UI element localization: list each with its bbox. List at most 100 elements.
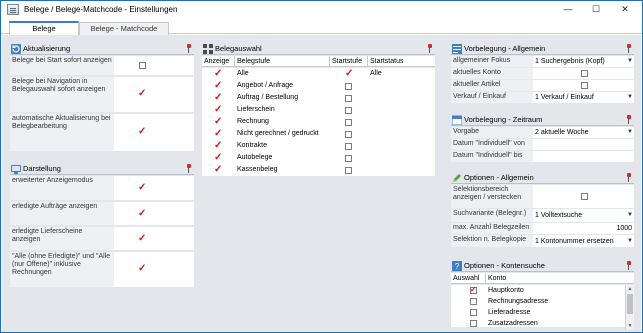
pin-icon[interactable] bbox=[186, 44, 192, 53]
setting-label: Verkauf / Einkauf bbox=[451, 92, 533, 103]
minimize-button[interactable]: — bbox=[557, 2, 579, 17]
setting-row: "Alle (ohne Erledigte)" und "Alle (nur O… bbox=[10, 252, 194, 288]
app-icon bbox=[7, 4, 19, 15]
setting-row: Vorgabe 2 aktuelle Woche ▼ bbox=[451, 127, 634, 139]
tab-bar: Belege Belege - Matchcode bbox=[1, 20, 642, 35]
anzeige-checkbox[interactable]: ✓ bbox=[214, 153, 222, 163]
selektion-checkbox[interactable] bbox=[581, 193, 588, 200]
pin-icon[interactable] bbox=[427, 44, 433, 53]
dropdown-value: 1 Verkauf / Einkauf bbox=[535, 94, 594, 101]
chevron-down-icon[interactable]: ▼ bbox=[626, 236, 634, 247]
dropdown-value: 1 Suchergebnis (Kopf) bbox=[535, 58, 605, 65]
startstufe-checkbox[interactable] bbox=[345, 119, 352, 126]
setting-label: Datum "Individuell" bis bbox=[451, 151, 533, 162]
panel-darstellung: Darstellung erweiterter Anzeigemodus ✓ e… bbox=[10, 163, 194, 291]
startstufe-checkbox[interactable] bbox=[345, 155, 352, 162]
table-row[interactable]: Zusatzadressen bbox=[451, 318, 634, 327]
table-row[interactable]: ✓ Autobelege bbox=[202, 152, 435, 164]
table-row[interactable]: ✓ Kontrakte bbox=[202, 140, 435, 152]
table-row[interactable]: ✓ Kassenbeleg bbox=[202, 164, 435, 176]
anzeige-checkbox[interactable]: ✓ bbox=[214, 81, 222, 91]
auswahl-checkbox[interactable] bbox=[470, 298, 477, 305]
konto-cell: Lieferadresse bbox=[488, 309, 531, 316]
suchvariante-dropdown[interactable]: 1 Volltextsuche ▼ bbox=[535, 210, 634, 221]
table-row[interactable]: ✓ Nicht gerechnet / gedruckt bbox=[202, 128, 435, 140]
pin-icon[interactable] bbox=[186, 164, 192, 173]
refresh-icon bbox=[11, 44, 21, 54]
anzeige-checkbox[interactable]: ✓ bbox=[214, 165, 222, 175]
extended-mode-checkbox[interactable]: ✓ bbox=[138, 183, 146, 193]
anzeige-checkbox[interactable]: ✓ bbox=[214, 141, 222, 151]
anzeige-checkbox[interactable]: ✓ bbox=[214, 105, 222, 115]
kontensuche-scrollbar[interactable]: ▲ ▼ bbox=[625, 285, 634, 330]
start-show-checkbox[interactable] bbox=[139, 62, 146, 69]
include-invoices-checkbox[interactable]: ✓ bbox=[138, 264, 146, 274]
belegstufe-cell: Angebot / Anfrage bbox=[237, 82, 294, 89]
startstufe-checkbox[interactable] bbox=[345, 143, 352, 150]
dropdown-value: 2 aktuelle Woche bbox=[535, 129, 589, 136]
setting-label: Vorgabe bbox=[451, 127, 533, 138]
verkauf-dropdown[interactable]: 1 Verkauf / Einkauf ▼ bbox=[535, 92, 634, 103]
table-row[interactable]: ✓ Angebot / Anfrage bbox=[202, 80, 435, 92]
tab-belege-matchcode[interactable]: Belege - Matchcode bbox=[79, 22, 169, 35]
scroll-down-icon[interactable]: ▼ bbox=[626, 322, 634, 330]
table-row[interactable]: ✓ Lieferschein bbox=[202, 104, 435, 116]
anzeige-checkbox[interactable]: ✓ bbox=[214, 117, 222, 127]
startstufe-checkbox[interactable] bbox=[345, 83, 352, 90]
auswahl-checkbox[interactable] bbox=[470, 320, 477, 327]
column-header[interactable]: Anzeige bbox=[202, 56, 235, 67]
anzeige-checkbox[interactable]: ✓ bbox=[214, 129, 222, 139]
calendar-icon bbox=[452, 115, 462, 125]
setting-row: Selektion n. Belegkopie 1 Kontonummer er… bbox=[451, 235, 634, 248]
chevron-down-icon[interactable]: ▼ bbox=[626, 92, 634, 103]
konto-checkbox[interactable] bbox=[581, 70, 588, 77]
datum-bis-input[interactable] bbox=[535, 151, 634, 162]
column-header[interactable]: Startstatus bbox=[368, 56, 435, 67]
datum-von-input[interactable] bbox=[535, 139, 634, 150]
close-button[interactable]: ✕ bbox=[614, 2, 636, 17]
table-row[interactable]: ✓ Alle ✓ Alle bbox=[202, 68, 435, 80]
column-header[interactable]: Belegstufe bbox=[235, 56, 330, 67]
column-header[interactable]: Auswahl bbox=[451, 273, 486, 284]
done-deliveries-checkbox[interactable]: ✓ bbox=[138, 234, 146, 244]
chevron-down-icon[interactable]: ▼ bbox=[626, 56, 634, 67]
table-row[interactable]: ✓ Rechnung bbox=[202, 116, 435, 128]
grid-icon bbox=[203, 44, 213, 54]
window-title: Belege / Belege-Matchcode - Einstellunge… bbox=[24, 5, 178, 14]
auto-refresh-checkbox[interactable]: ✓ bbox=[138, 127, 146, 137]
navigation-show-checkbox[interactable]: ✓ bbox=[138, 89, 146, 99]
scroll-up-icon[interactable]: ▲ bbox=[626, 285, 634, 293]
auswahl-checkbox[interactable] bbox=[470, 309, 477, 316]
panel-vorbelegung-allgemein: Vorbelegung - Allgemein allgemeiner Foku… bbox=[451, 43, 634, 105]
scroll-thumb[interactable] bbox=[627, 294, 633, 314]
chevron-down-icon[interactable]: ▼ bbox=[626, 127, 634, 138]
pin-icon[interactable] bbox=[626, 44, 632, 53]
table-row[interactable]: ✓ Auftrag / Bestellung bbox=[202, 92, 435, 104]
pin-icon[interactable] bbox=[626, 115, 632, 124]
table-row[interactable]: ✓ Hauptkonto bbox=[451, 285, 634, 296]
anzeige-checkbox[interactable]: ✓ bbox=[214, 93, 222, 103]
pin-icon[interactable] bbox=[626, 261, 632, 270]
maximize-button[interactable]: ☐ bbox=[585, 2, 607, 17]
vorgabe-dropdown[interactable]: 2 aktuelle Woche ▼ bbox=[535, 127, 634, 138]
column-header[interactable]: Konto bbox=[486, 273, 625, 284]
column-header[interactable]: Startstufe bbox=[330, 56, 368, 67]
startstufe-checkbox[interactable] bbox=[345, 95, 352, 102]
table-row[interactable]: Lieferadresse bbox=[451, 307, 634, 318]
startstufe-checkbox[interactable] bbox=[345, 107, 352, 114]
startstufe-checkbox[interactable] bbox=[345, 167, 352, 174]
startstufe-checkbox[interactable] bbox=[345, 131, 352, 138]
konto-cell: Hauptkonto bbox=[488, 287, 524, 294]
startstufe-checkbox[interactable]: ✓ bbox=[345, 69, 353, 79]
done-orders-checkbox[interactable]: ✓ bbox=[138, 209, 146, 219]
panel-header: Darstellung bbox=[10, 163, 194, 175]
anzeige-checkbox[interactable]: ✓ bbox=[214, 69, 222, 79]
tab-belege[interactable]: Belege bbox=[9, 21, 79, 35]
chevron-down-icon[interactable]: ▼ bbox=[626, 210, 634, 221]
fokus-dropdown[interactable]: 1 Suchergebnis (Kopf) ▼ bbox=[535, 56, 634, 67]
belegkopie-dropdown[interactable]: 1 Kontonummer ersetzen ▼ bbox=[535, 236, 634, 247]
pin-icon[interactable] bbox=[626, 173, 632, 182]
table-row[interactable]: Rechnungsadresse bbox=[451, 296, 634, 307]
max-belegzeilen-input[interactable]: 1000 bbox=[535, 223, 632, 234]
artikel-checkbox[interactable] bbox=[581, 82, 588, 89]
